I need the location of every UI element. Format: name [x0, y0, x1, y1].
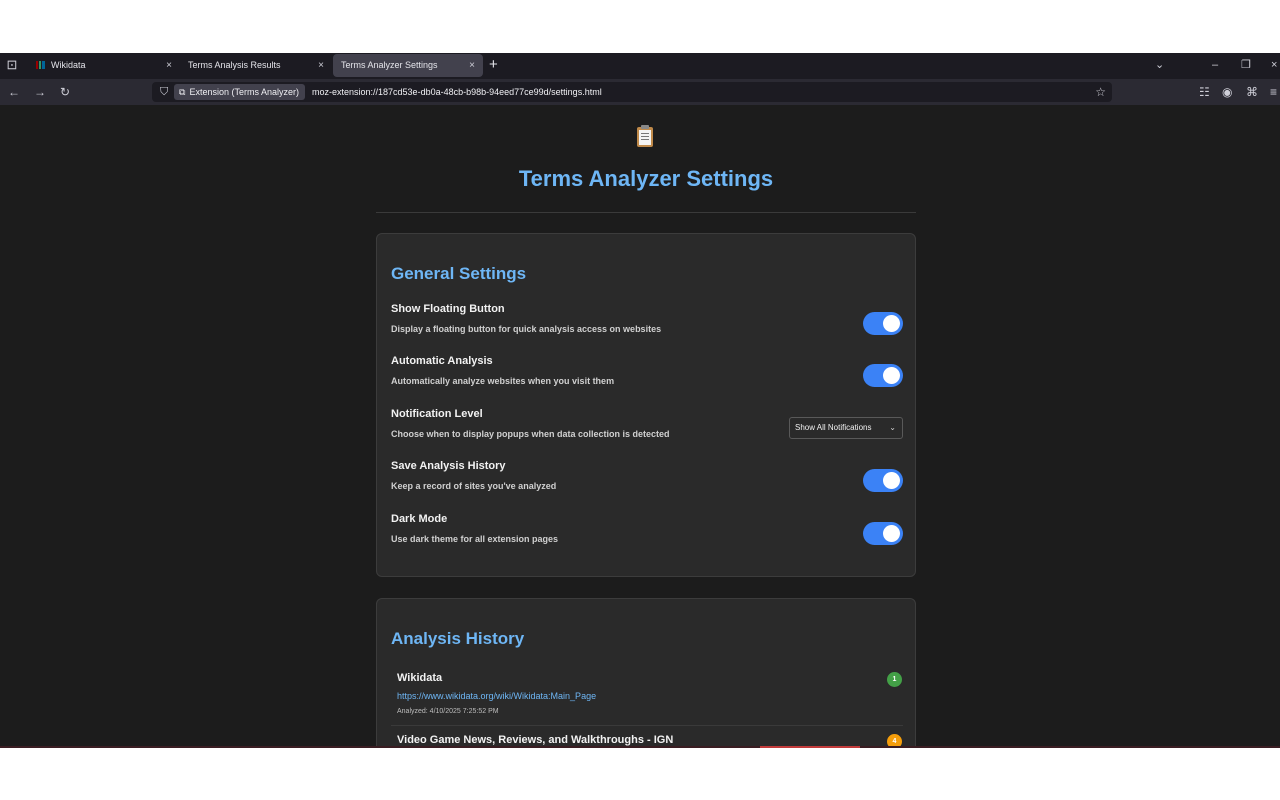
shield-icon[interactable]: ⛉ — [160, 84, 168, 100]
clipboard-icon — [636, 125, 654, 147]
issue-count-badge: 1 — [887, 672, 902, 687]
chevron-down-icon: ⌄ — [889, 423, 896, 432]
close-tab-icon[interactable]: × — [318, 54, 324, 77]
list-all-tabs-icon[interactable]: ⌄ — [1155, 57, 1164, 73]
setting-description: Choose when to display popups when data … — [391, 429, 670, 439]
history-site-name: Wikidata — [397, 672, 443, 684]
browser-window: ⊡ Wikidata × Terms Analysis Results × Te… — [0, 53, 1280, 747]
tab-terms-analyzer-settings[interactable]: Terms Analyzer Settings × — [333, 54, 483, 77]
back-icon[interactable]: ← — [8, 84, 20, 100]
reload-icon[interactable]: ↻ — [60, 84, 70, 100]
setting-label: Save Analysis History — [391, 460, 506, 472]
extension-name: Extension (Terms Analyzer) — [189, 87, 299, 97]
nav-bar: ← → ↻ ⛉ ⧉ Extension (Terms Analyzer) moz-… — [0, 79, 1280, 105]
history-site-name: Video Game News, Reviews, and Walkthroug… — [397, 734, 674, 746]
toggle-knob — [883, 315, 900, 332]
setting-description: Keep a record of sites you've analyzed — [391, 481, 557, 491]
pocket-icon[interactable]: ☷ — [1199, 84, 1210, 100]
settings-page: Terms Analyzer Settings General Settings… — [0, 105, 1280, 747]
toggle-knob — [883, 525, 900, 542]
forward-icon[interactable]: → — [34, 84, 46, 100]
close-tab-icon[interactable]: × — [166, 54, 172, 77]
setting-notification-level: Notification Level Choose when to displa… — [391, 408, 903, 448]
general-settings-card: General Settings Show Floating Button Di… — [376, 233, 916, 577]
select-value: Show All Notifications — [795, 423, 872, 432]
minimize-icon[interactable]: – — [1212, 57, 1218, 73]
tab-wikidata[interactable]: Wikidata × — [28, 54, 180, 77]
floating-button-toggle[interactable] — [863, 312, 903, 335]
tab-list-icon[interactable]: ⊡ — [4, 57, 20, 73]
save-history-toggle[interactable] — [863, 469, 903, 492]
setting-label: Dark Mode — [391, 513, 448, 525]
tab-title: Terms Analyzer Settings — [341, 60, 438, 70]
restore-icon[interactable]: ❐ — [1241, 57, 1251, 73]
extension-identity-chip[interactable]: ⧉ Extension (Terms Analyzer) — [174, 84, 305, 100]
extensions-icon[interactable]: ⌘ — [1246, 84, 1258, 100]
tab-title: Wikidata — [51, 60, 86, 70]
setting-label: Notification Level — [391, 408, 483, 420]
section-title: Analysis History — [391, 629, 525, 648]
setting-label: Automatic Analysis — [391, 355, 493, 367]
history-analyzed-date: Analyzed: 4/10/2025 7:25:52 PM — [397, 708, 499, 715]
puzzle-icon: ⧉ — [179, 87, 186, 97]
window-bottom-edge — [0, 746, 1280, 748]
setting-description: Automatically analyze websites when you … — [391, 376, 615, 386]
toggle-knob — [883, 367, 900, 384]
setting-label: Show Floating Button — [391, 303, 505, 315]
automatic-analysis-toggle[interactable] — [863, 364, 903, 387]
toggle-knob — [883, 472, 900, 489]
wikidata-icon — [36, 61, 45, 69]
history-site-url[interactable]: https://www.wikidata.org/wiki/Wikidata:M… — [397, 691, 596, 701]
setting-dark-mode: Dark Mode Use dark theme for all extensi… — [391, 513, 903, 553]
setting-description: Use dark theme for all extension pages — [391, 534, 559, 544]
tab-strip: ⊡ Wikidata × Terms Analysis Results × Te… — [0, 53, 1280, 79]
close-tab-icon[interactable]: × — [469, 54, 475, 77]
header-divider — [376, 212, 916, 213]
page-title: Terms Analyzer Settings — [518, 166, 774, 191]
dark-mode-toggle[interactable] — [863, 522, 903, 545]
setting-show-floating-button: Show Floating Button Display a floating … — [391, 303, 903, 343]
new-tab-button[interactable]: + — [489, 55, 498, 75]
setting-description: Display a floating button for quick anal… — [391, 324, 662, 334]
menu-icon[interactable]: ≡ — [1270, 84, 1277, 100]
analysis-history-card: Analysis History Wikidata https://www.wi… — [376, 598, 916, 747]
url-bar[interactable]: ⛉ ⧉ Extension (Terms Analyzer) moz-extens… — [152, 82, 1112, 102]
setting-automatic-analysis: Automatic Analysis Automatically analyze… — [391, 355, 903, 395]
tab-title: Terms Analysis Results — [188, 60, 281, 70]
section-title: General Settings — [391, 264, 527, 283]
history-divider — [391, 725, 903, 726]
bookmark-star-icon[interactable]: ☆ — [1095, 84, 1106, 100]
url-text[interactable]: moz-extension://187cd53e-db0a-48cb-b98b-… — [312, 84, 602, 100]
tab-terms-analysis-results[interactable]: Terms Analysis Results × — [180, 54, 332, 77]
account-icon[interactable]: ◉ — [1222, 84, 1232, 100]
close-window-icon[interactable]: × — [1271, 57, 1277, 73]
history-item[interactable]: Wikidata https://www.wikidata.org/wiki/W… — [397, 672, 902, 716]
setting-save-analysis-history: Save Analysis History Keep a record of s… — [391, 460, 903, 500]
notification-level-select[interactable]: Show All Notifications ⌄ — [789, 417, 903, 439]
